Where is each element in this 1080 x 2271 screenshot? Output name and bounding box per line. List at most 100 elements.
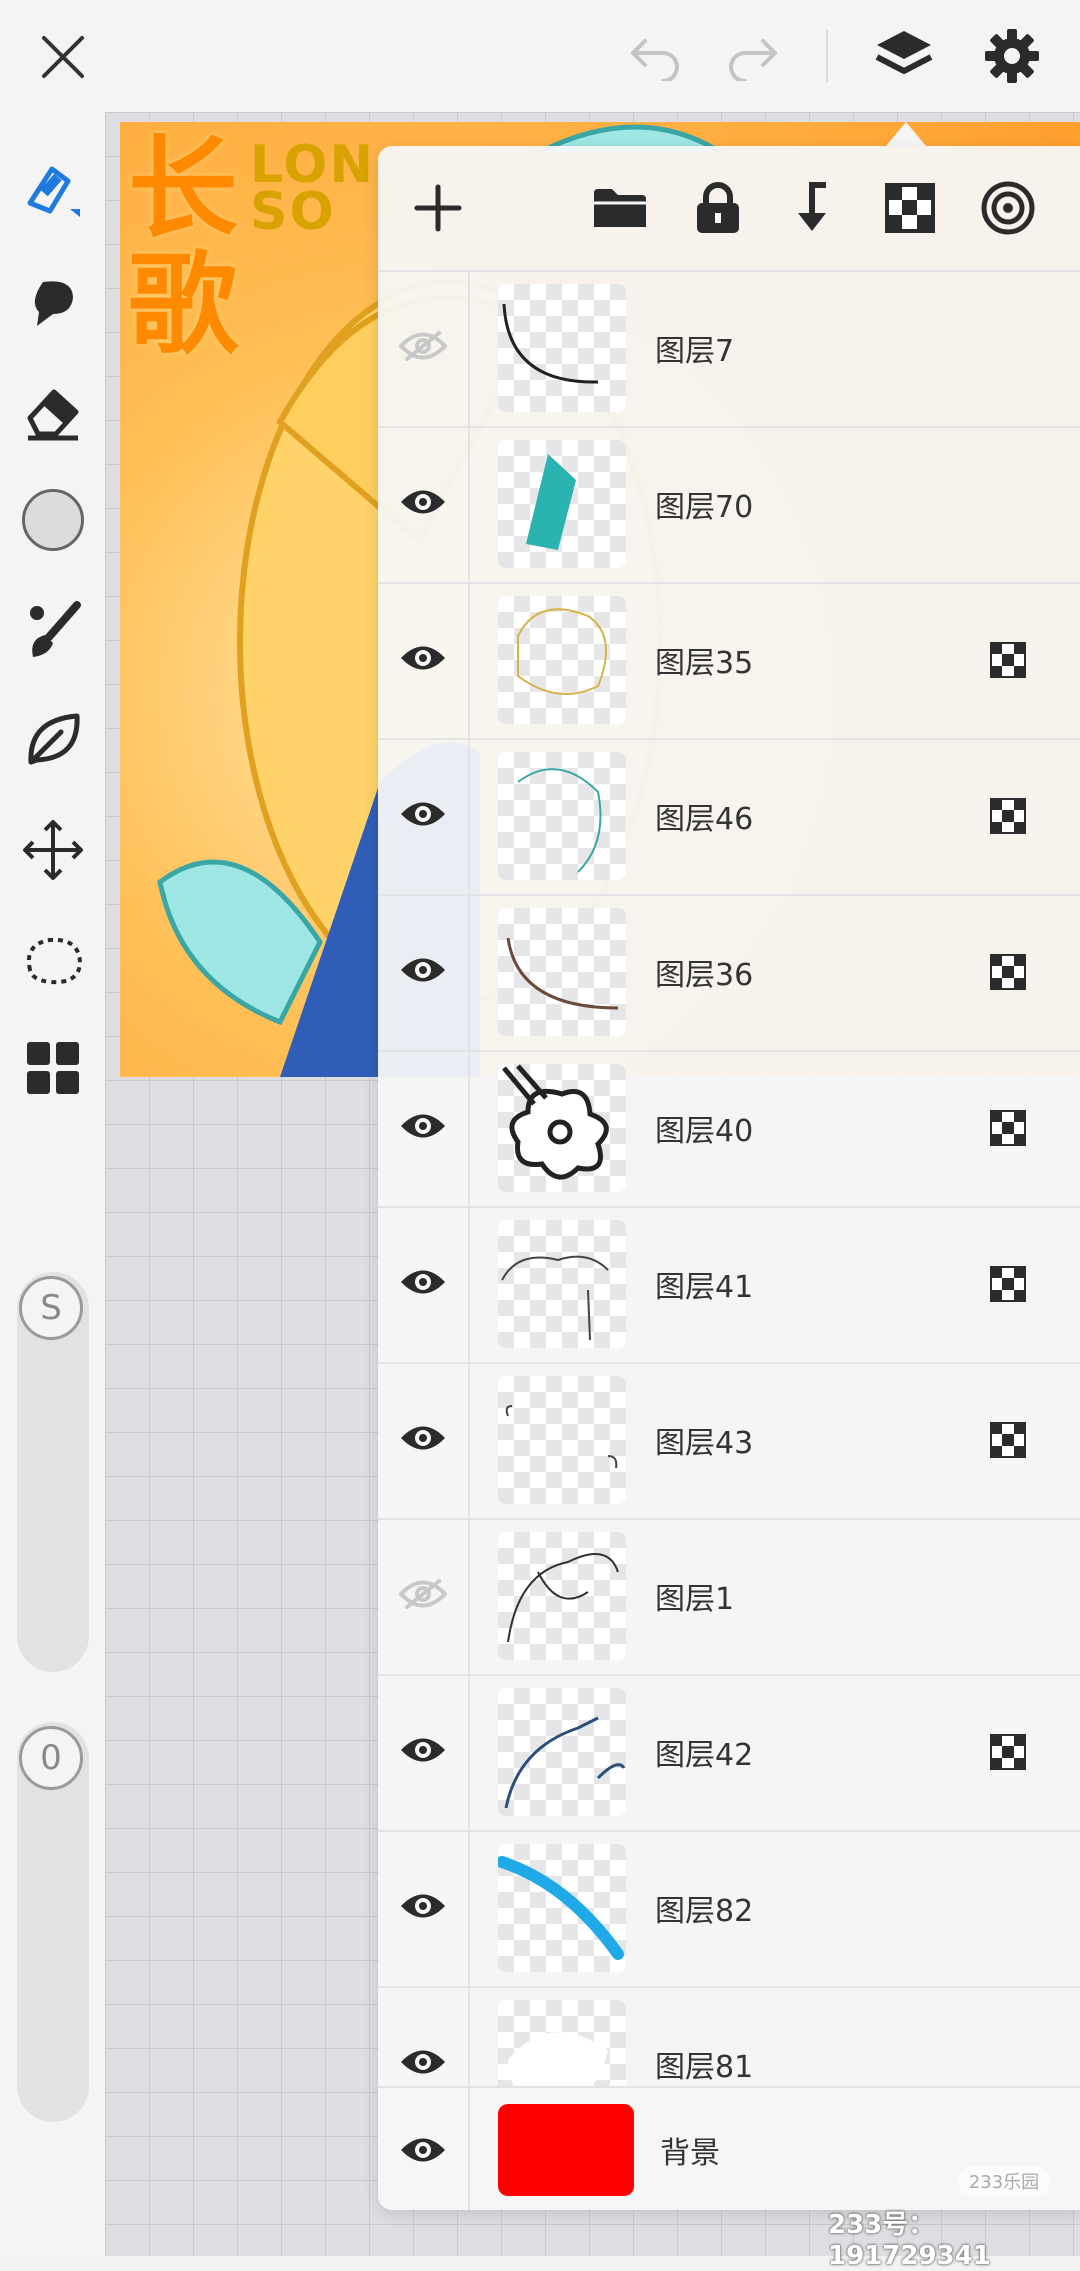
layer-row[interactable]: 图层1 [378,1518,1080,1676]
visibility-toggle[interactable] [378,1050,470,1206]
eye-icon [399,2047,447,2081]
layer-row[interactable]: 图层35 [378,582,1080,740]
layer-name: 图层35 [655,646,754,681]
clipping-mask-icon[interactable] [990,1266,1026,1302]
eye-icon [399,955,447,989]
layer-thumbnail[interactable] [498,1844,626,1972]
eye-icon [399,1267,447,1301]
layer-name: 图层82 [655,1894,754,1929]
clipping-mask-icon[interactable] [990,954,1026,990]
brush-icon[interactable] [0,582,105,678]
opacity-slider[interactable]: 0 [17,1722,89,2122]
visibility-toggle[interactable] [378,1674,470,1830]
undo-icon[interactable] [620,22,690,92]
eye-off-icon [398,1577,448,1615]
layer-row[interactable]: 图层7 [378,270,1080,428]
divider [826,30,828,82]
visibility-toggle[interactable] [378,1362,470,1518]
layer-name: 图层40 [655,1114,754,1149]
target-icon[interactable] [970,170,1046,246]
layer-thumbnail[interactable] [498,284,626,412]
clipping-mask-icon[interactable] [990,642,1026,678]
watermark-id: 233号： 191729341 [828,2210,991,2271]
grid-menu-icon[interactable] [0,1020,105,1116]
layer-row[interactable]: 图层36 [378,894,1080,1052]
art-title-en: LON SO [250,135,376,242]
merge-down-icon[interactable] [774,170,850,246]
leaf-icon[interactable] [0,692,105,788]
eye-icon [399,1735,447,1769]
layer-thumbnail[interactable] [498,908,626,1036]
eye-icon [399,1111,447,1145]
layer-row[interactable]: 图层70 [378,426,1080,584]
background-color-swatch[interactable] [498,2104,634,2196]
visibility-toggle[interactable] [378,270,470,426]
layer-thumbnail[interactable] [498,596,626,724]
opacity-label: 0 [40,1738,62,1778]
eye-icon [399,799,447,833]
layer-name: 图层36 [655,958,754,993]
layer-name: 图层41 [655,1270,754,1305]
size-knob[interactable]: S [19,1276,83,1340]
eraser-icon[interactable] [0,364,105,460]
redo-icon[interactable] [718,22,788,92]
layers-toolbar [378,146,1080,272]
gear-icon[interactable] [976,20,1048,92]
smudge-icon[interactable] [0,254,105,350]
close-icon[interactable] [28,22,98,92]
add-icon[interactable] [400,170,476,246]
layer-thumbnail[interactable] [498,1220,626,1348]
color-circle-icon[interactable] [0,472,105,568]
layer-thumbnail[interactable] [498,1688,626,1816]
checker-icon[interactable] [872,170,948,246]
clipping-mask-icon[interactable] [990,1734,1026,1770]
watermark-badge: 233乐园 [958,2166,1050,2196]
layer-name: 背景 [660,2136,720,2171]
eye-icon [399,1423,447,1457]
visibility-toggle[interactable] [378,1830,470,1986]
visibility-toggle[interactable] [378,1206,470,1362]
lasso-icon[interactable] [0,912,105,1008]
clipping-mask-icon[interactable] [990,1110,1026,1146]
layer-row[interactable]: 图层43 [378,1362,1080,1520]
layer-row[interactable]: 图层46 [378,738,1080,896]
layer-thumbnail[interactable] [498,1376,626,1504]
eye-icon [401,2138,445,2162]
visibility-toggle[interactable] [378,2088,470,2210]
folder-icon[interactable] [582,170,658,246]
layer-thumbnail[interactable] [498,1064,626,1192]
lock-icon[interactable] [680,170,756,246]
layer-name: 图层46 [655,802,754,837]
visibility-toggle[interactable] [378,426,470,582]
layer-row[interactable]: 图层42 [378,1674,1080,1832]
top-bar [0,0,1080,112]
eye-off-icon [398,329,448,367]
eye-icon [399,487,447,521]
visibility-toggle[interactable] [378,738,470,894]
size-slider[interactable]: S [17,1272,89,1672]
layer-name: 图层42 [655,1738,754,1773]
layers-icon[interactable] [866,18,942,94]
visibility-toggle[interactable] [378,582,470,738]
layer-name: 图层70 [655,490,754,525]
layer-row[interactable]: 图层41 [378,1206,1080,1364]
opacity-knob[interactable]: 0 [19,1726,83,1790]
panel-caret [886,122,926,146]
pen-icon[interactable] [0,142,105,238]
layer-row[interactable]: 图层40 [378,1050,1080,1208]
layer-name: 图层43 [655,1426,754,1461]
clipping-mask-icon[interactable] [990,1422,1026,1458]
layer-row[interactable]: 图层82 [378,1830,1080,1988]
move-icon[interactable] [0,802,105,898]
layer-thumbnail[interactable] [498,1532,626,1660]
layer-name: 图层1 [655,1582,735,1617]
art-title-cn: 长 歌 [128,125,238,369]
left-toolbar: S 0 [0,112,105,2256]
visibility-toggle[interactable] [378,1518,470,1674]
layer-thumbnail[interactable] [498,752,626,880]
layer-thumbnail[interactable] [498,440,626,568]
eye-icon [399,1891,447,1925]
visibility-toggle[interactable] [378,894,470,1050]
clipping-mask-icon[interactable] [990,798,1026,834]
eye-icon [399,643,447,677]
